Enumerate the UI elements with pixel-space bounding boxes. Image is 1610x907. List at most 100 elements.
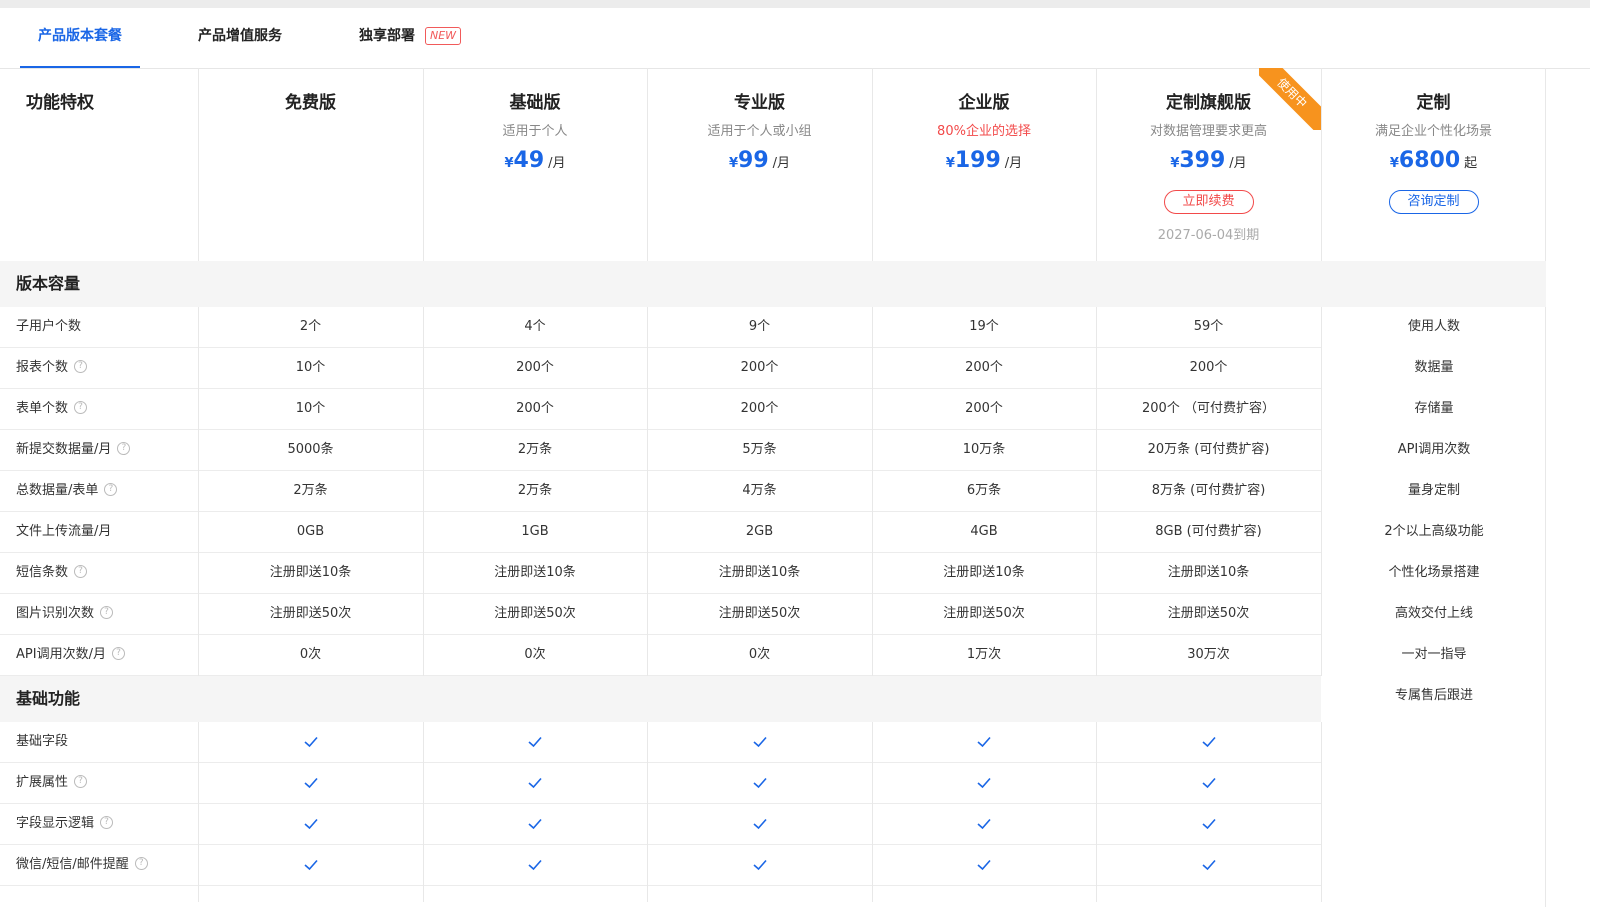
price-unit: /月 (1229, 156, 1247, 171)
feature-label: 子用户个数 (16, 307, 81, 347)
check-icon (1201, 736, 1216, 748)
check-icon (528, 859, 542, 871)
table-cell: 30万次 (1187, 647, 1230, 662)
help-icon[interactable]: ? (134, 857, 148, 870)
feature-label-text: 扩展属性 (16, 775, 69, 790)
section-basic-functions: 基础功能 (0, 676, 1321, 722)
table-cell: 注册即送10条 (718, 565, 801, 580)
help-icon[interactable]: ? (74, 401, 88, 414)
help-icon[interactable]: ? (74, 775, 88, 788)
price-unit: /月 (548, 156, 566, 171)
custom-feature-item: 量身定制 (1407, 483, 1460, 498)
help-icon[interactable]: ? (111, 647, 125, 660)
tab-product-plans[interactable]: 产品版本套餐 (20, 8, 140, 68)
new-badge: NEW (424, 27, 462, 45)
column-divider (1545, 68, 1546, 261)
feature-label-text: 报表个数 (16, 360, 69, 375)
help-icon[interactable]: ? (117, 442, 131, 455)
table-cell: 200个 （可付费扩容） (1142, 401, 1275, 416)
table-cell: 200个 (1189, 360, 1228, 375)
table-cell: 5000条 (287, 442, 334, 457)
feature-label-text: API调用次数/月 (16, 647, 106, 662)
column-divider (423, 307, 424, 676)
feature-label: 文件上传流量/月 (16, 512, 111, 552)
plan-subtitle: 对数据管理要求更高 (1149, 124, 1267, 139)
feature-label: 图片识别次数? (16, 594, 114, 634)
check-icon (752, 736, 767, 748)
table-cell: 注册即送50次 (269, 606, 352, 621)
feature-label: 微信/短信/邮件提醒? (16, 845, 148, 885)
feature-label-text: 图片识别次数 (16, 606, 95, 621)
column-divider (872, 307, 873, 676)
column-divider (872, 68, 873, 261)
price-value: 399 (1179, 148, 1226, 173)
table-cell: 2个 (299, 319, 322, 334)
help-icon[interactable]: ? (100, 816, 114, 829)
check-icon (303, 736, 318, 748)
feature-label-text: 子用户个数 (16, 319, 82, 334)
plan-header-custom: 定制 满足企业个性化场景 ¥6800 起 咨询定制 (1321, 68, 1546, 261)
feature-label: API调用次数/月? (16, 635, 125, 675)
tab-dedicated-deployment[interactable]: 独享部署 NEW (350, 8, 470, 68)
check-icon (528, 818, 542, 830)
feature-label-text: 字段显示逻辑 (16, 816, 95, 831)
help-icon[interactable]: ? (74, 565, 88, 578)
table-cell: 注册即送50次 (1167, 606, 1250, 621)
check-icon (977, 736, 991, 748)
top-border (0, 0, 1590, 8)
table-cell: 4万条 (742, 483, 777, 498)
help-icon[interactable]: ? (74, 360, 88, 373)
plan-price: ¥99/月 (647, 148, 872, 173)
price-value: 49 (513, 148, 545, 173)
table-cell: 0次 (524, 647, 546, 662)
table-cell: 注册即送10条 (943, 565, 1025, 580)
table-cell: 4GB (970, 524, 998, 539)
table-cell: 200个 (740, 360, 779, 375)
table-cell: 200个 (516, 401, 554, 416)
table-cell: 2万条 (517, 483, 553, 498)
feature-label: 扩展属性? (16, 763, 88, 803)
custom-feature-item: 专属售后跟进 (1394, 688, 1473, 703)
expiry-date: 2027-06-04到期 (1157, 228, 1260, 243)
price-value: 99 (738, 148, 769, 173)
tab-label: 独享部署 (358, 28, 415, 44)
check-icon (528, 736, 542, 748)
table-cell: 注册即送50次 (943, 606, 1025, 621)
column-divider (647, 722, 648, 902)
column-divider (198, 68, 199, 261)
column-divider (1545, 307, 1546, 907)
renew-button[interactable]: 立即续费 (1163, 190, 1254, 214)
plan-name: 基础版 (509, 93, 561, 113)
feature-label-text: 基础字段 (16, 734, 69, 749)
feature-label: 字段显示逻辑? (16, 804, 114, 844)
consult-custom-button[interactable]: 咨询定制 (1388, 190, 1479, 214)
feature-header: 功能特权 (0, 68, 198, 261)
check-icon (303, 777, 318, 789)
currency-symbol: ¥ (728, 156, 739, 171)
check-icon (977, 818, 991, 830)
tab-bar: 产品版本套餐 产品增值服务 独享部署 NEW (0, 8, 1590, 69)
plan-header-enterprise: 企业版 80%企业的选择 ¥199/月 (872, 68, 1096, 261)
table-cell: 注册即送50次 (718, 606, 801, 621)
plan-price: ¥6800 起 (1321, 148, 1546, 173)
table-cell: 4个 (524, 319, 546, 334)
plan-name: 免费版 (285, 93, 336, 113)
check-icon (1201, 859, 1216, 871)
feature-label-text: 表单个数 (16, 401, 69, 416)
column-divider (1321, 722, 1322, 902)
check-icon (752, 859, 767, 871)
custom-feature-item: 存储量 (1414, 401, 1454, 416)
table-cell: 2万条 (293, 483, 328, 498)
help-icon[interactable]: ? (104, 483, 118, 496)
feature-label-text: 新提交数据量/月 (16, 442, 112, 457)
custom-feature-item: 2个以上高级功能 (1384, 524, 1484, 539)
help-icon[interactable]: ? (100, 606, 114, 619)
check-icon (1201, 818, 1216, 830)
feature-label-text: 文件上传流量/月 (16, 524, 112, 539)
feature-column-title: 功能特权 (26, 93, 94, 113)
plan-subtitle: 适用于个人 (502, 124, 568, 139)
custom-feature-item: 使用人数 (1407, 319, 1460, 334)
plan-subtitle: 80%企业的选择 (937, 124, 1031, 139)
plan-subtitle: 适用于个人或小组 (707, 124, 812, 139)
tab-value-added-services[interactable]: 产品增值服务 (180, 8, 300, 68)
